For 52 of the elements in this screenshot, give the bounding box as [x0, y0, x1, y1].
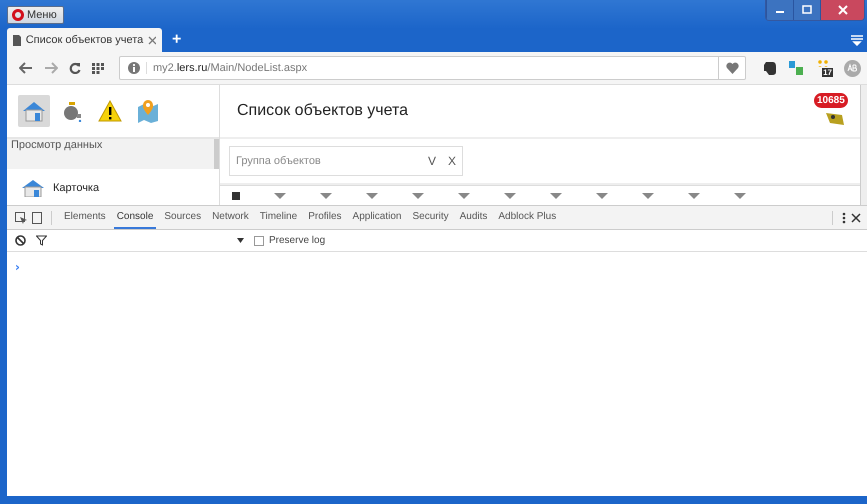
devtools-tab[interactable]: Profiles — [305, 206, 345, 229]
maximize-button[interactable] — [793, 0, 820, 20]
menu-button[interactable]: Меню — [7, 6, 64, 24]
page-icon — [13, 34, 21, 46]
close-icon[interactable] — [851, 212, 861, 222]
browser-tab[interactable]: Список объектов учета — [7, 28, 162, 52]
checkbox-label: Preserve log — [269, 235, 326, 246]
clear-icon[interactable] — [15, 235, 26, 246]
device-icon[interactable] — [32, 212, 42, 224]
group-filter-field[interactable]: Группа объектов V X — [229, 146, 464, 176]
console-prompt: › — [15, 260, 20, 274]
filter-action-button[interactable]: X — [442, 154, 462, 168]
reload-icon[interactable] — [69, 62, 81, 74]
notification-badge: 10685 — [814, 93, 848, 108]
heart-icon[interactable] — [726, 62, 738, 74]
back-icon[interactable] — [19, 62, 33, 74]
close-tab-icon[interactable] — [148, 36, 156, 44]
tab-menu-icon[interactable] — [851, 34, 863, 46]
dropdown-icon[interactable] — [237, 238, 244, 243]
warning-icon — [98, 100, 122, 122]
devtools-tab[interactable]: Adblock Plus — [495, 206, 560, 229]
house-icon — [22, 100, 46, 122]
select-all-checkbox[interactable] — [232, 192, 240, 200]
minimize-button[interactable] — [766, 0, 793, 20]
sidebar-heading: Просмотр данных — [7, 139, 219, 169]
devtools-tab[interactable]: Elements — [61, 206, 109, 229]
new-tab-button[interactable]: + — [168, 31, 186, 49]
devtools-tab[interactable]: Application — [350, 206, 404, 229]
devtools-tab[interactable]: Network — [209, 206, 252, 229]
close-icon — [838, 5, 848, 15]
more-icon[interactable] — [842, 212, 846, 224]
sidebar-item[interactable]: Карточка — [7, 169, 219, 197]
maximize-icon — [802, 5, 812, 15]
map-pin-icon — [137, 99, 159, 123]
devtools-tab[interactable]: Timeline — [256, 206, 300, 229]
house-icon — [21, 179, 45, 197]
adblock-icon[interactable] — [844, 60, 861, 76]
inspect-icon[interactable] — [15, 212, 27, 224]
filter-action-button[interactable]: V — [422, 154, 442, 168]
grid-icon[interactable] — [92, 62, 104, 74]
devtools-tab[interactable]: Sources — [161, 206, 204, 229]
preserve-log-checkbox[interactable] — [254, 236, 264, 246]
filter-icon[interactable] — [36, 235, 47, 246]
close-button[interactable] — [820, 0, 864, 20]
scrollbar[interactable] — [860, 85, 867, 205]
page-title: Список объектов учета — [237, 102, 408, 120]
devtools-tab[interactable]: Audits — [456, 206, 490, 229]
devtools-tab[interactable]: Console — [114, 206, 156, 229]
tab-title: Список объектов учета — [26, 34, 144, 46]
info-icon — [128, 62, 140, 74]
address-field[interactable]: my2.lers.ru/Main/NodeList.aspx — [119, 56, 746, 80]
devtools-tab[interactable]: Security — [409, 206, 452, 229]
